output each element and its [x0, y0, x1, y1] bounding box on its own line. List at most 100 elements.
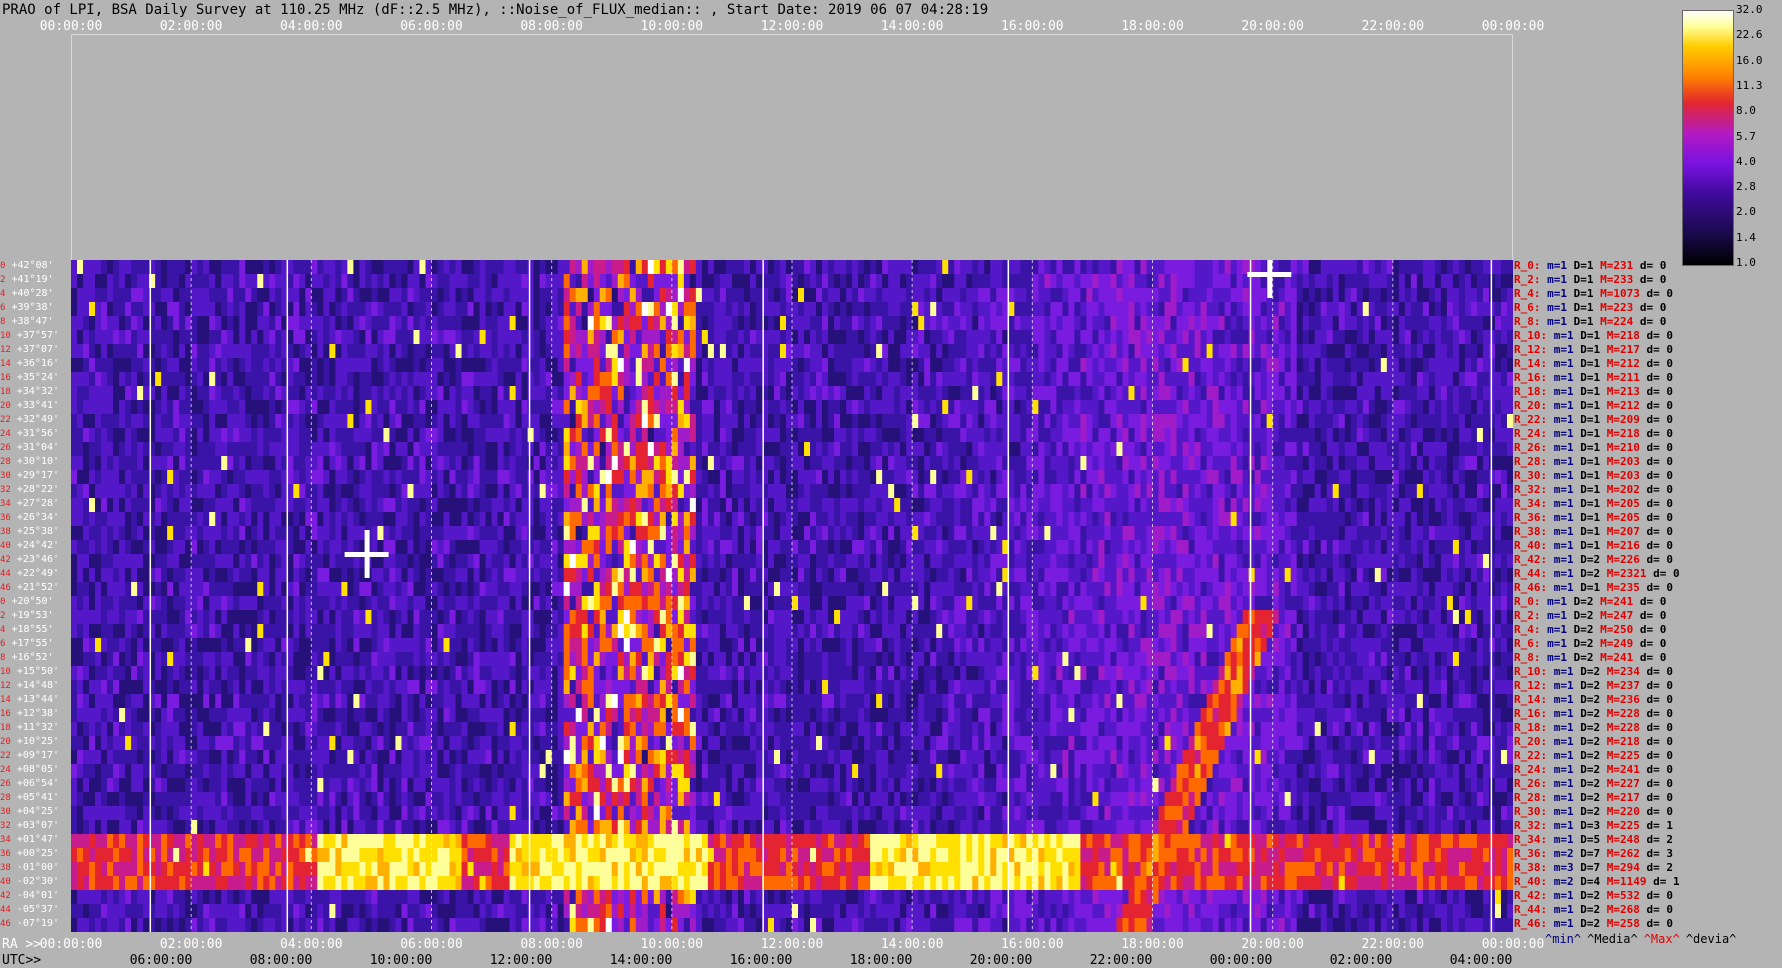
heatmap-cell — [449, 372, 457, 387]
heatmap-cell — [143, 456, 150, 471]
heatmap-cell — [1092, 288, 1100, 303]
heatmap-cell — [1092, 260, 1100, 275]
heatmap-cell — [1074, 260, 1081, 275]
heatmap-cell — [767, 484, 775, 499]
heatmap-cell — [876, 330, 883, 345]
heatmap-cell — [1278, 330, 1286, 345]
heatmap-cell — [155, 470, 162, 485]
heatmap-cell — [767, 358, 775, 373]
heatmap-cell — [1242, 470, 1250, 485]
heatmap-cell — [413, 442, 421, 457]
heatmap-cell — [503, 358, 511, 373]
heatmap-cell — [299, 526, 306, 541]
heatmap-cell — [1416, 414, 1424, 429]
heatmap-cell — [960, 414, 967, 429]
heatmap-cell — [767, 470, 775, 485]
heatmap-cell — [323, 484, 330, 499]
heatmap-cell — [1116, 386, 1124, 401]
heatmap-cell — [125, 512, 132, 527]
heatmap-cell — [1236, 456, 1244, 471]
heatmap-cell — [389, 358, 397, 373]
heatmap-cell — [810, 302, 817, 317]
heatmap-cell — [365, 442, 373, 457]
heatmap-cell — [1494, 288, 1502, 303]
heatmap-cell — [810, 484, 817, 499]
heatmap-cell — [647, 344, 655, 359]
heatmap-cell — [653, 526, 661, 541]
heatmap-cell — [311, 274, 318, 289]
heatmap-cell — [984, 540, 991, 555]
heatmap-cell — [629, 316, 637, 331]
heatmap-cell — [1134, 414, 1142, 429]
heatmap-cell — [942, 302, 949, 317]
heatmap-cell — [1506, 456, 1513, 471]
heatmap-cell — [1194, 260, 1202, 275]
heatmap-cell — [1050, 316, 1057, 331]
heatmap-cell — [1062, 442, 1069, 457]
heatmap-cell — [449, 330, 457, 345]
heatmap-cell — [1242, 316, 1250, 331]
heatmap-cell — [515, 372, 523, 387]
heatmap-cell — [473, 512, 481, 527]
heatmap-cell — [1482, 316, 1490, 331]
heatmap-cell — [912, 316, 919, 331]
heatmap-cell — [203, 316, 210, 331]
heatmap-cell — [882, 498, 889, 513]
heatmap-cell — [353, 442, 360, 457]
heatmap-cell — [1506, 470, 1513, 485]
heatmap-cell — [293, 288, 300, 303]
heatmap-cell — [936, 540, 943, 555]
heatmap-cell — [635, 428, 643, 443]
heatmap-cell — [834, 330, 841, 345]
heatmap-cell — [251, 386, 258, 401]
heatmap-cell — [155, 526, 162, 541]
heatmap-cell — [737, 260, 745, 275]
heatmap-cell — [551, 442, 559, 457]
heatmap-cell — [371, 428, 379, 443]
heatmap-cell — [269, 512, 276, 527]
heatmap-cell — [329, 372, 336, 387]
heatmap-cell — [822, 344, 829, 359]
heatmap-cell — [1122, 288, 1130, 303]
heatmap-cell — [437, 288, 445, 303]
heatmap-cell — [804, 344, 811, 359]
heatmap-cell — [1278, 288, 1286, 303]
heatmap-cell — [1368, 302, 1376, 317]
heatmap-cell — [1242, 330, 1250, 345]
heatmap-cell — [419, 512, 427, 527]
heatmap-cell — [1326, 344, 1334, 359]
heatmap-cell — [1152, 386, 1160, 401]
heatmap-cell — [617, 302, 625, 317]
heatmap-cell — [1440, 526, 1448, 541]
heatmap-cell — [978, 288, 985, 303]
heatmap-cell — [515, 428, 523, 443]
heatmap-cell — [317, 484, 324, 499]
heatmap-cell — [1038, 470, 1045, 485]
heatmap-cell — [972, 302, 979, 317]
heatmap-cell — [509, 274, 517, 289]
heatmap-cell — [749, 540, 757, 555]
heatmap-cell — [731, 274, 739, 289]
heatmap-cell — [383, 498, 391, 513]
heatmap-cell — [131, 470, 138, 485]
heatmap-cell — [1428, 428, 1436, 443]
heatmap-cell — [95, 274, 102, 289]
heatmap-cell — [611, 344, 619, 359]
heatmap-cell — [659, 386, 667, 401]
heatmap-cell — [473, 260, 481, 275]
heatmap-cell — [1032, 512, 1039, 527]
heatmap-cell — [455, 512, 463, 527]
heatmap-cell — [551, 302, 559, 317]
heatmap-cell — [431, 428, 439, 443]
heatmap-cell — [1488, 456, 1496, 471]
heatmap-cell — [431, 498, 439, 513]
heatmap-cell — [653, 358, 661, 373]
heatmap-cell — [1494, 498, 1502, 513]
heatmap-cell — [473, 330, 481, 345]
heatmap-cell — [641, 330, 649, 345]
heatmap-cell — [792, 386, 799, 401]
heatmap-cell — [209, 274, 216, 289]
heatmap-cell — [1434, 260, 1442, 275]
heatmap-cell — [461, 512, 469, 527]
heatmap-cell — [329, 512, 336, 527]
